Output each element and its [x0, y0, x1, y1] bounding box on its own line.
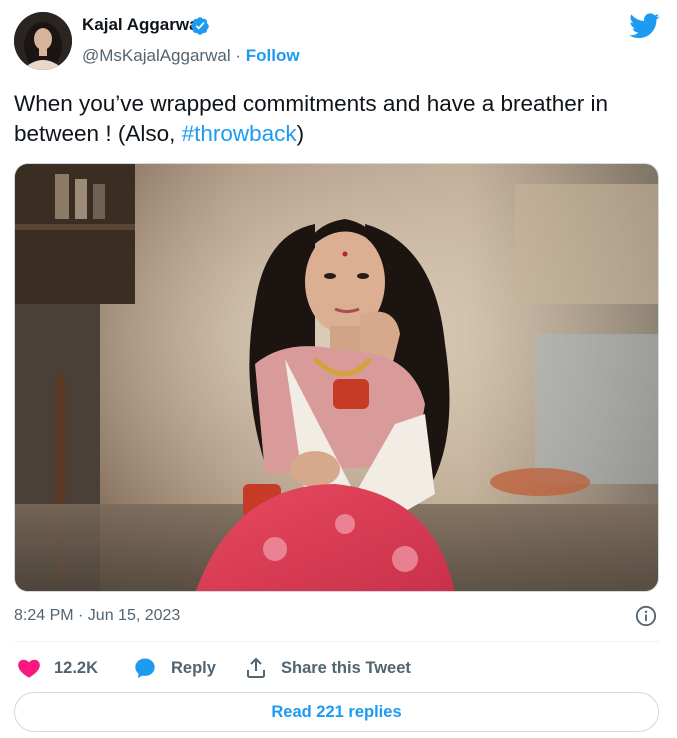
share-label: Share this Tweet — [281, 658, 411, 677]
photo-woman-in-saree-image — [15, 164, 658, 591]
tweet-text-tail: ) — [296, 121, 305, 146]
verified-badge-icon — [191, 17, 209, 35]
separator-dot: · — [235, 46, 241, 65]
author-handle[interactable]: @MsKajalAggarwal — [82, 46, 231, 65]
tweet-text: When you’ve wrapped commitments and have… — [14, 89, 664, 149]
twitter-bird-icon[interactable] — [628, 13, 660, 40]
tweet-photo[interactable] — [14, 163, 659, 592]
hashtag-link[interactable]: #throwback — [182, 121, 297, 146]
read-replies-button[interactable]: Read 221 replies — [14, 692, 659, 732]
reply-label: Reply — [171, 658, 216, 677]
reply-button[interactable]: Reply — [133, 654, 216, 682]
avatar[interactable] — [14, 12, 72, 70]
like-count: 12.2K — [54, 658, 99, 677]
like-button[interactable]: 12.2K — [17, 654, 98, 682]
read-replies-label: Read 221 replies — [271, 702, 402, 721]
share-button[interactable]: Share this Tweet — [244, 654, 411, 682]
tweet-text-body: When you’ve wrapped commitments and have… — [14, 91, 609, 146]
divider — [14, 641, 659, 642]
tweet-embed-card: Kajal Aggarwal @MsKajalAggarwal · Follow… — [0, 0, 677, 738]
handle-row: @MsKajalAggarwal · Follow — [82, 46, 300, 66]
tweet-timestamp[interactable]: 8:24 PM · Jun 15, 2023 — [14, 607, 180, 625]
author-name[interactable]: Kajal Aggarwal — [82, 15, 203, 35]
reply-bubble-icon — [135, 658, 155, 678]
heart-icon — [18, 659, 40, 678]
follow-button[interactable]: Follow — [246, 46, 300, 65]
share-icon — [247, 657, 265, 678]
info-icon[interactable] — [635, 605, 657, 627]
avatar-image — [14, 12, 72, 70]
